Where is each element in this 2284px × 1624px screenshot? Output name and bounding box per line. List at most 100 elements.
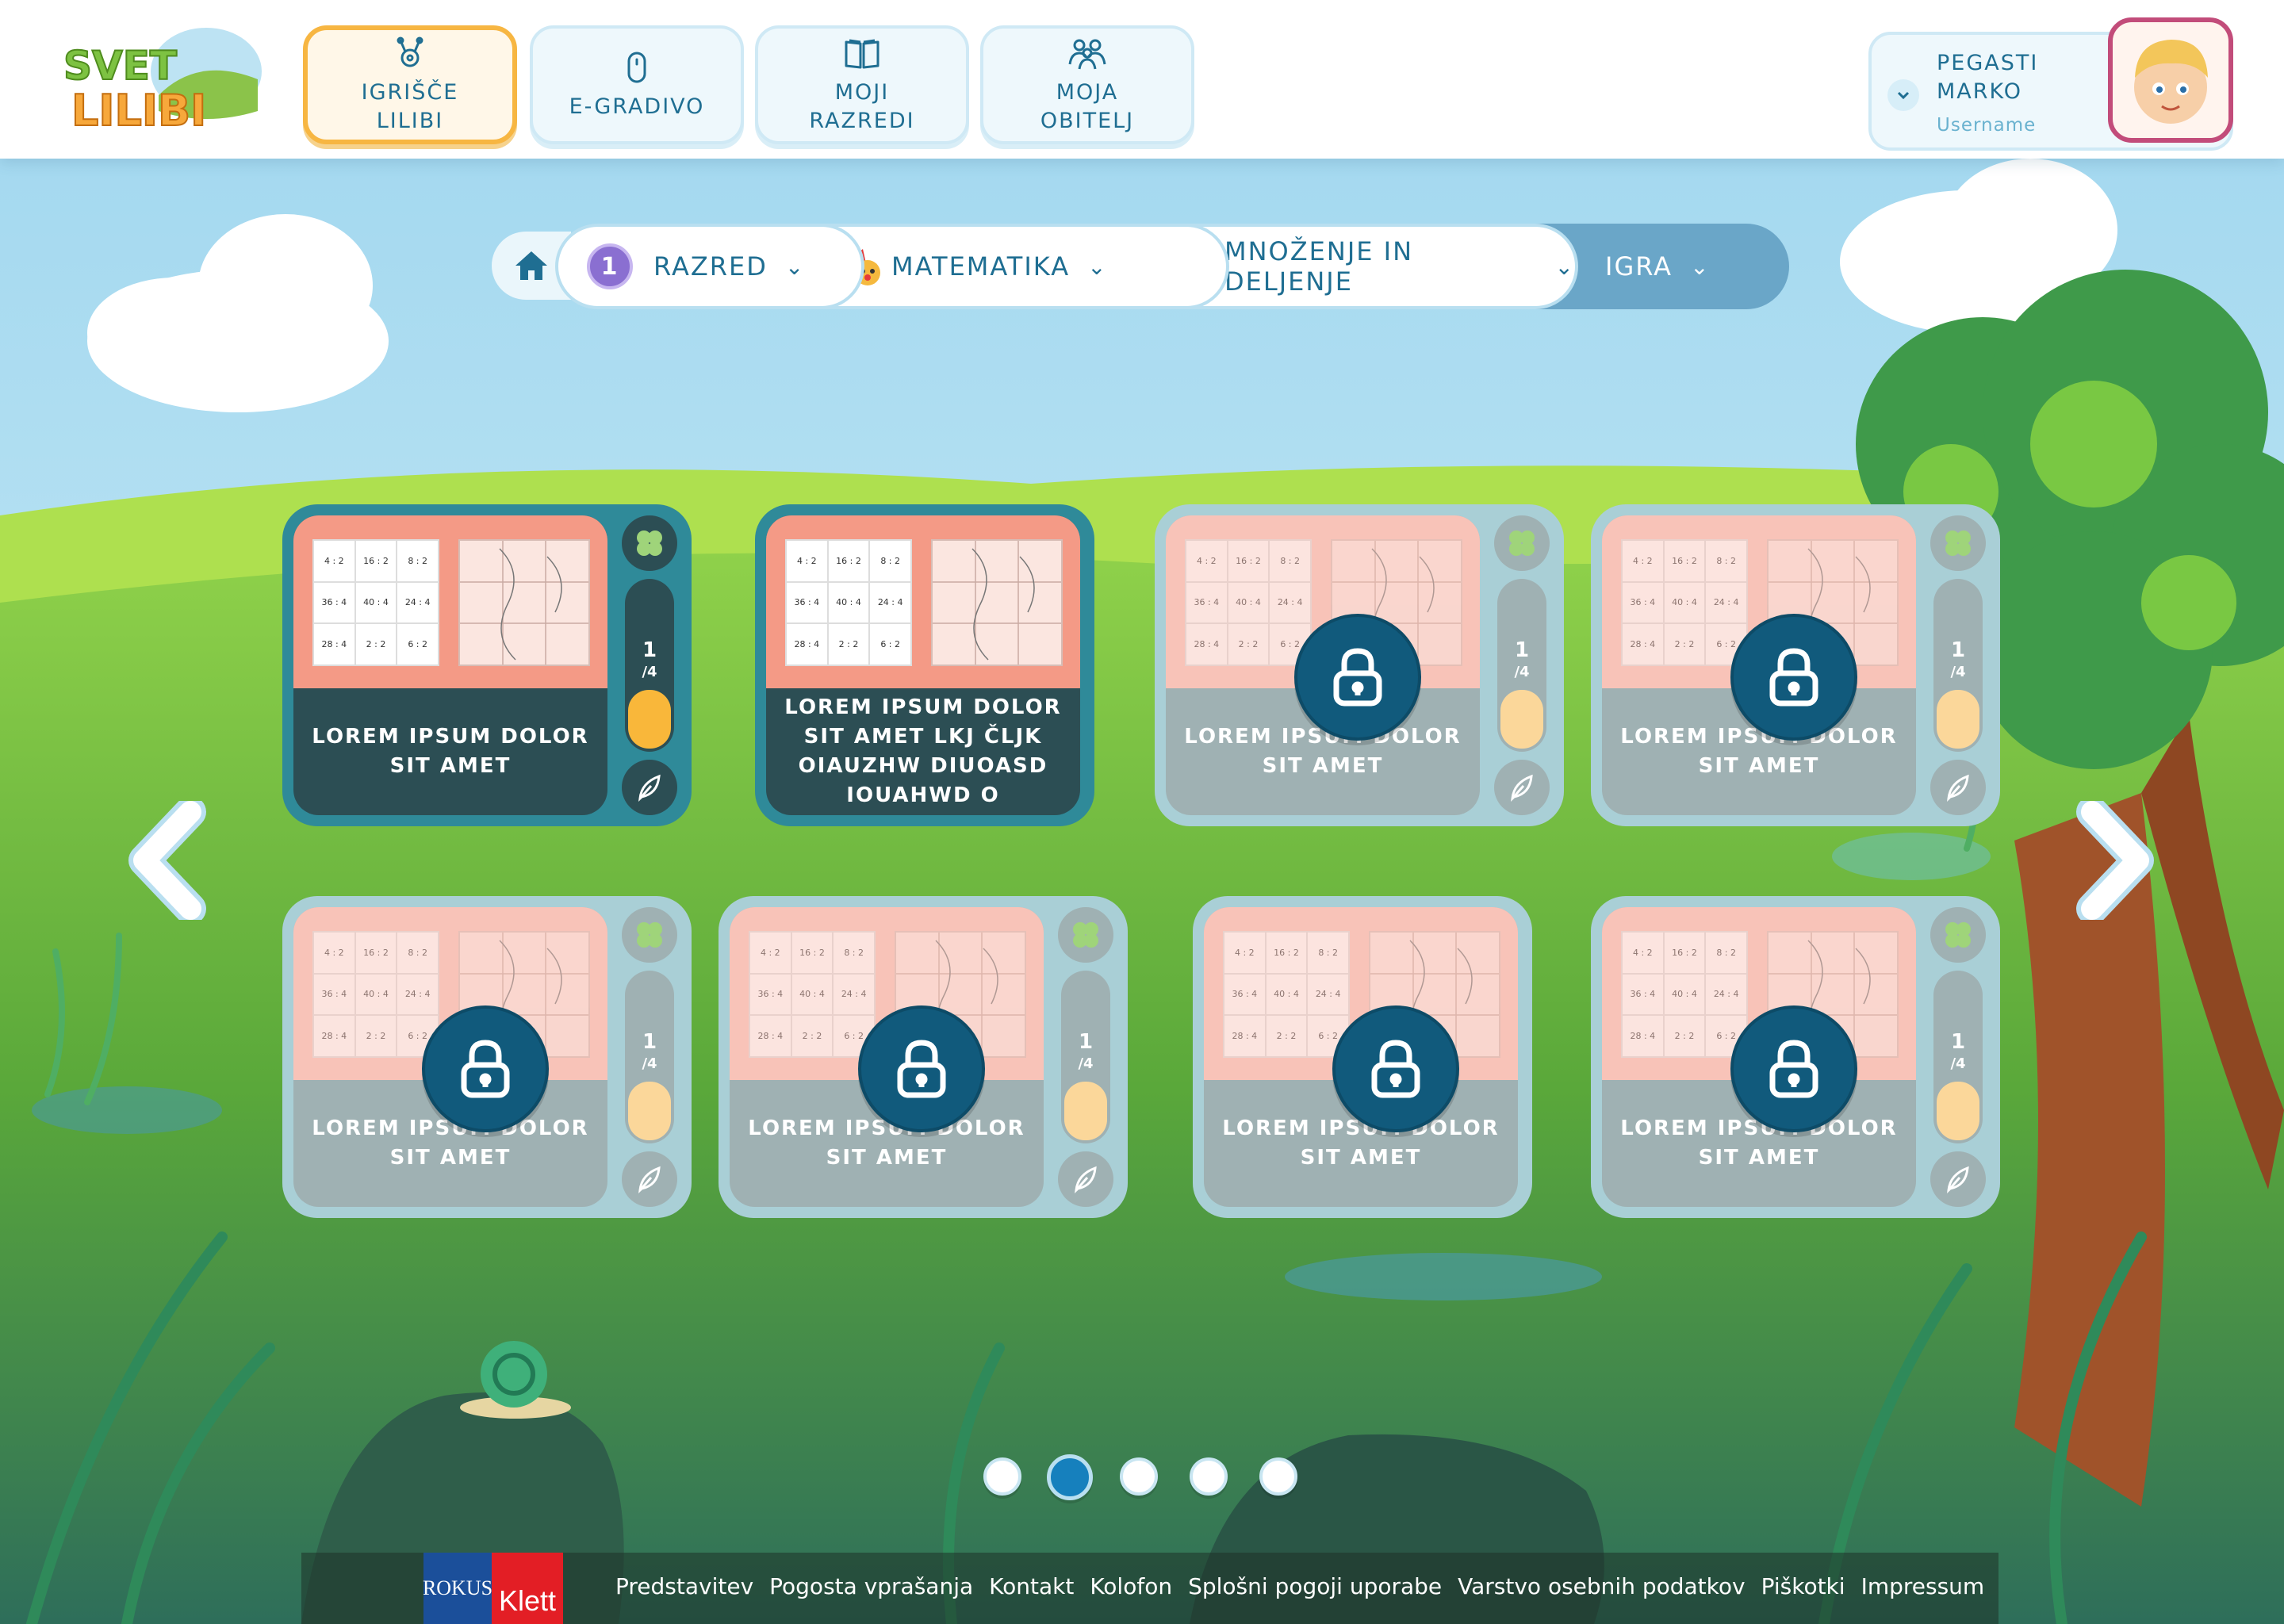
division-grid: 4 : 2 16 : 28 : 2 36 : 4 40 : 4 24 : 4 28 : 4… xyxy=(1621,539,1748,666)
progress-total: /4 xyxy=(1950,664,1966,680)
footer-link[interactable]: Pogosta vprašanja xyxy=(769,1573,973,1599)
nav-label: MOJI RAZREDI xyxy=(809,80,915,133)
crumb-matematika[interactable]: MATEMATIKA ⌄ xyxy=(801,224,1229,309)
feather-icon[interactable] xyxy=(1930,1151,1986,1207)
progress-count: 1 xyxy=(1514,638,1530,662)
progress-count: 1 xyxy=(642,1030,657,1054)
progress-text: 1/4 xyxy=(1497,639,1546,684)
game-card[interactable]: 4 : 2 16 : 28 : 2 36 : 4 40 : 4 24 : 4 28 : 4… xyxy=(1155,504,1564,826)
crumb-razred[interactable]: 1 RAZRED ⌄ xyxy=(555,224,864,309)
progress-total: /4 xyxy=(642,1055,657,1072)
grid-cell: 16 : 2 xyxy=(355,541,397,581)
grid-cell: 28 : 4 xyxy=(314,624,354,665)
card-body: 4 : 2 16 : 28 : 2 36 : 4 40 : 4 24 : 4 28 : 4… xyxy=(293,515,607,815)
nav-e-gradivo[interactable]: E-GRADIVO xyxy=(530,25,744,144)
pagination-dot[interactable] xyxy=(1047,1454,1093,1500)
rokus-klett-logo[interactable]: ROKUS Klett xyxy=(423,1553,563,1624)
feather-icon[interactable] xyxy=(622,760,677,815)
card-title: LOREM IPSUM DOLOR SIT AMET xyxy=(312,725,589,778)
user-name: PEGASTI MARKO xyxy=(1937,51,2039,104)
grid-cell: 8 : 2 xyxy=(1270,541,1310,581)
avatar[interactable] xyxy=(2108,17,2233,143)
grid-cell: 36 : 4 xyxy=(314,974,354,1015)
progress-meter: 1/4 xyxy=(625,971,674,1143)
grid-cell: 24 : 4 xyxy=(834,974,874,1015)
division-grid: 4 : 2 16 : 28 : 2 36 : 4 40 : 4 24 : 4 28 : 4… xyxy=(749,931,876,1058)
grid-cell: 28 : 4 xyxy=(750,1016,791,1056)
nav-moji-razredi[interactable]: MOJI RAZREDI xyxy=(755,25,969,144)
home-icon xyxy=(515,251,547,280)
svet-lilibi-logo[interactable]: SVET LILIBI xyxy=(56,24,262,143)
crumb-label: MATEMATIKA xyxy=(891,251,1071,282)
nav-moja-obitelj[interactable]: MOJA OBITELJ xyxy=(980,25,1194,144)
grid-cell: 36 : 4 xyxy=(1623,582,1663,623)
chevron-down-icon: ⌄ xyxy=(1087,253,1108,280)
game-card[interactable]: 4 : 2 16 : 28 : 2 36 : 4 40 : 4 24 : 4 28 : 4… xyxy=(282,504,692,826)
logo-rokus: ROKUS xyxy=(423,1553,492,1624)
game-card[interactable]: 4 : 2 16 : 28 : 2 36 : 4 40 : 4 24 : 4 28 : 4… xyxy=(1193,896,1532,1218)
footer-link[interactable]: Splošni pogoji uporabe xyxy=(1188,1573,1442,1599)
game-card[interactable]: 4 : 2 16 : 28 : 2 36 : 4 40 : 4 24 : 4 28 : 4… xyxy=(282,896,692,1218)
game-card[interactable]: 4 : 2 16 : 28 : 2 36 : 4 40 : 4 24 : 4 28 : 4… xyxy=(719,896,1128,1218)
chevron-down-icon: ⌄ xyxy=(1690,253,1711,280)
grid-cell: 24 : 4 xyxy=(397,974,438,1015)
grid-cell: 2 : 2 xyxy=(355,1016,397,1056)
footer-link[interactable]: Varstvo osebnih podatkov xyxy=(1458,1573,1745,1599)
grid-cell: 4 : 2 xyxy=(1224,933,1265,973)
footer-link[interactable]: Piškotki xyxy=(1761,1573,1845,1599)
footer-link[interactable]: Kontakt xyxy=(989,1573,1074,1599)
grid-cell: 16 : 2 xyxy=(791,933,833,973)
prev-arrow-icon[interactable] xyxy=(127,801,222,920)
progress-fill xyxy=(1500,690,1543,749)
card-side-panel: 1/4 xyxy=(619,907,680,1207)
feather-icon[interactable] xyxy=(1494,760,1550,815)
grid-cell: 28 : 4 xyxy=(1623,1016,1663,1056)
game-card[interactable]: 4 : 2 16 : 28 : 2 36 : 4 40 : 4 24 : 4 28 : 4… xyxy=(1591,896,2000,1218)
progress-count: 1 xyxy=(642,638,657,662)
progress-fill xyxy=(628,1082,671,1140)
progress-text: 1/4 xyxy=(625,1031,674,1075)
next-arrow-icon[interactable] xyxy=(2060,801,2156,920)
pagination-dot[interactable] xyxy=(983,1457,1021,1496)
feather-icon[interactable] xyxy=(622,1151,677,1207)
grid-cell: 4 : 2 xyxy=(1623,541,1663,581)
grade-badge: 1 xyxy=(587,243,633,289)
progress-text: 1/4 xyxy=(1933,1031,1983,1075)
grid-cell: 40 : 4 xyxy=(1266,974,1307,1015)
clover-icon xyxy=(1494,515,1550,571)
pagination-dot[interactable] xyxy=(1190,1457,1228,1496)
grid-cell: 2 : 2 xyxy=(791,1016,833,1056)
footer-link[interactable]: Impressum xyxy=(1861,1573,1985,1599)
progress-text: 1/4 xyxy=(1933,639,1983,684)
nav-igrisce-lilibi[interactable]: IGRIŠČE LILIBI xyxy=(303,25,517,144)
crumb-label: MNOŽENJE IN DELJENJE xyxy=(1224,236,1414,297)
grid-cell: 24 : 4 xyxy=(1308,974,1348,1015)
crumb-label: IGRA xyxy=(1605,251,1673,282)
game-card[interactable]: 4 : 2 16 : 28 : 2 36 : 4 40 : 4 24 : 4 28 : 4… xyxy=(755,504,1094,826)
family-icon xyxy=(1068,39,1106,70)
grid-cell: 40 : 4 xyxy=(1664,974,1705,1015)
grid-cell: 24 : 4 xyxy=(1270,582,1310,623)
feather-icon[interactable] xyxy=(1930,760,1986,815)
footer-link[interactable]: Kolofon xyxy=(1090,1573,1172,1599)
grid-cell: 4 : 2 xyxy=(1623,933,1663,973)
footer-link[interactable]: Predstavitev xyxy=(615,1573,753,1599)
progress-fill xyxy=(1937,690,1979,749)
progress-text: 1/4 xyxy=(625,639,674,684)
pagination-dot[interactable] xyxy=(1259,1457,1297,1496)
game-card[interactable]: 4 : 2 16 : 28 : 2 36 : 4 40 : 4 24 : 4 28 : 4… xyxy=(1591,504,2000,826)
card-side-panel: 1/4 xyxy=(1491,515,1553,815)
card-thumbnail: 4 : 2 16 : 28 : 2 36 : 4 40 : 4 24 : 4 28 : 4… xyxy=(766,515,1080,688)
grid-cell: 16 : 2 xyxy=(1664,933,1705,973)
feather-icon[interactable] xyxy=(1058,1151,1113,1207)
card-body: 4 : 2 16 : 28 : 2 36 : 4 40 : 4 24 : 4 28 : 4… xyxy=(1602,907,1916,1207)
grid-cell: 8 : 2 xyxy=(1308,933,1348,973)
grid-cell: 36 : 4 xyxy=(787,582,827,623)
grid-cell: 40 : 4 xyxy=(355,974,397,1015)
pagination-dot[interactable] xyxy=(1120,1457,1158,1496)
breadcrumb: 1 RAZRED ⌄ MATEMATIKA ⌄ MNOŽENJE IN DELJ… xyxy=(492,224,1789,311)
progress-meter: 1/4 xyxy=(1497,579,1546,752)
grid-cell: 36 : 4 xyxy=(1224,974,1265,1015)
user-name-block: PEGASTI MARKO Username xyxy=(1905,49,2048,140)
grid-cell: 2 : 2 xyxy=(355,624,397,665)
